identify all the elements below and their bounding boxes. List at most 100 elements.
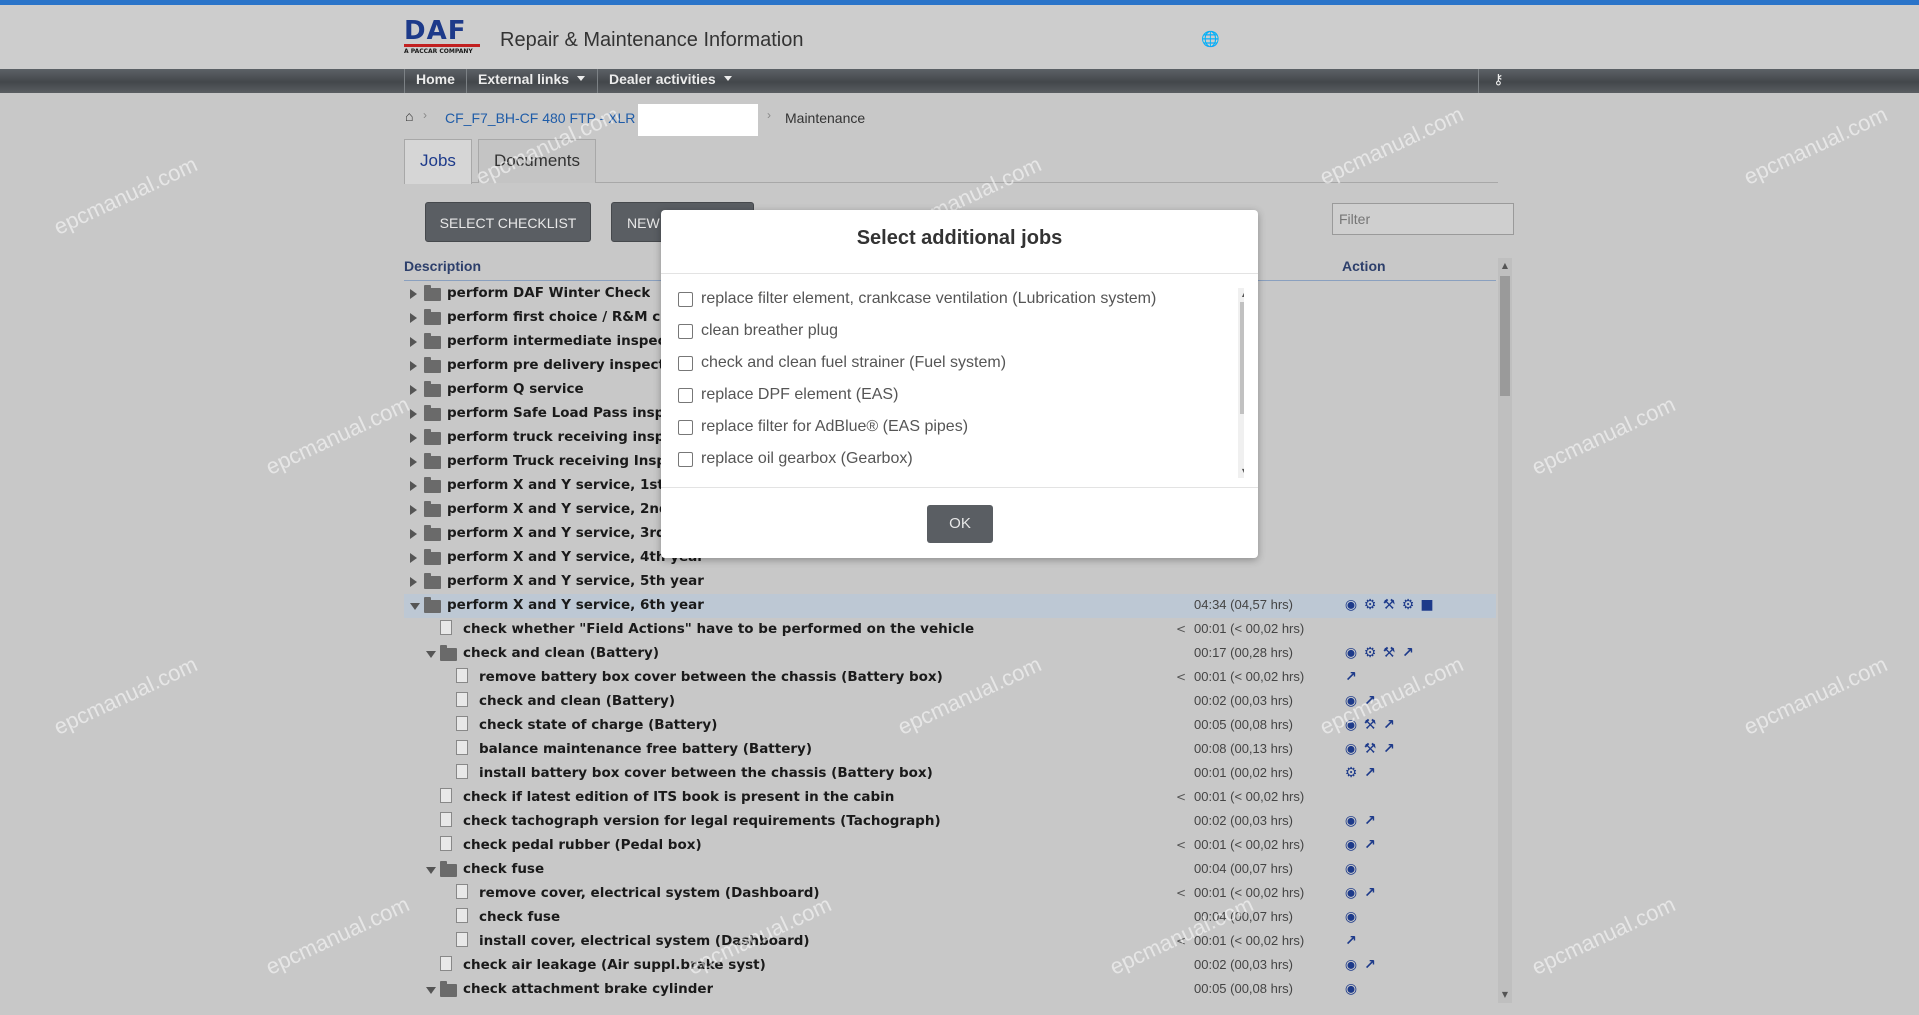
gear-icon[interactable]: ⚙ bbox=[1361, 644, 1379, 662]
table-row[interactable]: remove cover, electrical system (Dashboa… bbox=[404, 882, 1496, 906]
eye-icon[interactable]: ◉ bbox=[1342, 980, 1360, 998]
collapse-arrow-icon[interactable] bbox=[426, 987, 436, 994]
video-icon[interactable]: ■ bbox=[1418, 596, 1436, 614]
expand-arrow-icon[interactable] bbox=[410, 361, 417, 371]
job-checkbox[interactable] bbox=[678, 292, 693, 307]
scroll-up-arrow[interactable]: ▲ bbox=[1240, 288, 1244, 300]
scroll-down-arrow[interactable]: ▼ bbox=[1500, 989, 1510, 1001]
table-row[interactable]: check air leakage (Air suppl.brake syst)… bbox=[404, 954, 1496, 978]
expand-arrow-icon[interactable] bbox=[410, 313, 417, 323]
collapse-arrow-icon[interactable] bbox=[410, 603, 420, 610]
gear-icon[interactable]: ⚙ bbox=[1342, 764, 1360, 782]
job-checkbox[interactable] bbox=[678, 356, 693, 371]
collapse-arrow-icon[interactable] bbox=[426, 867, 436, 874]
table-row[interactable]: check pedal rubber (Pedal box) <00:01 (< … bbox=[404, 834, 1496, 858]
gear-icon[interactable]: ⚙ bbox=[1361, 596, 1379, 614]
job-checkbox[interactable] bbox=[678, 388, 693, 403]
expand-arrow-icon[interactable] bbox=[410, 289, 417, 299]
export-icon[interactable]: ↗ bbox=[1361, 812, 1379, 830]
main-scrollbar[interactable]: ▲ ▼ bbox=[1498, 258, 1512, 1003]
expand-arrow-icon[interactable] bbox=[410, 577, 417, 587]
collapse-arrow-icon[interactable] bbox=[426, 651, 436, 658]
export-icon[interactable]: ↗ bbox=[1380, 716, 1398, 734]
expand-arrow-icon[interactable] bbox=[410, 409, 417, 419]
table-row[interactable]: check attachment brake cylinder 00:05 (00… bbox=[404, 978, 1496, 1002]
eye-icon[interactable]: ◉ bbox=[1342, 812, 1360, 830]
export-icon[interactable]: ↗ bbox=[1361, 956, 1379, 974]
wrench-icon[interactable]: ⚒ bbox=[1380, 596, 1398, 614]
expand-arrow-icon[interactable] bbox=[410, 505, 417, 515]
filter-input[interactable] bbox=[1332, 203, 1514, 235]
column-header-description[interactable]: Description bbox=[404, 258, 481, 274]
daf-logo[interactable]: DAF A PACCAR COMPANY bbox=[404, 18, 484, 59]
table-row[interactable]: check fuse 00:04 (00,07 hrs) ◉ bbox=[404, 906, 1496, 930]
export-icon[interactable]: ↗ bbox=[1361, 836, 1379, 854]
scrollbar-thumb[interactable] bbox=[1240, 302, 1244, 414]
additional-job-item[interactable]: replace oil gearbox (Gearbox) bbox=[676, 448, 1216, 474]
job-checkbox[interactable] bbox=[678, 452, 693, 467]
wrench-icon[interactable]: ⚒ bbox=[1361, 716, 1379, 734]
eye-icon[interactable]: ◉ bbox=[1342, 836, 1360, 854]
expand-arrow-icon[interactable] bbox=[410, 553, 417, 563]
expand-arrow-icon[interactable] bbox=[410, 529, 417, 539]
export-icon[interactable]: ↗ bbox=[1361, 764, 1379, 782]
nav-item-0[interactable]: Home bbox=[404, 69, 466, 93]
eye-icon[interactable]: ◉ bbox=[1342, 716, 1360, 734]
table-row[interactable]: install battery box cover between the ch… bbox=[404, 762, 1496, 786]
table-row[interactable]: check and clean (Battery) 00:17 (00,28 hr… bbox=[404, 642, 1496, 666]
eye-icon[interactable]: ◉ bbox=[1342, 884, 1360, 902]
table-row[interactable]: check and clean (Battery) 00:02 (00,03 hr… bbox=[404, 690, 1496, 714]
table-row[interactable]: check fuse 00:04 (00,07 hrs) ◉ bbox=[404, 858, 1496, 882]
additional-job-item[interactable]: replace filter element, crankcase ventil… bbox=[676, 288, 1216, 314]
export-icon[interactable]: ↗ bbox=[1361, 692, 1379, 710]
expand-arrow-icon[interactable] bbox=[410, 481, 417, 491]
expand-arrow-icon[interactable] bbox=[410, 385, 417, 395]
eye-icon[interactable]: ◉ bbox=[1342, 908, 1360, 926]
home-icon[interactable]: ⌂ bbox=[405, 108, 413, 124]
wrench-icon[interactable]: ⚒ bbox=[1380, 644, 1398, 662]
scrollbar-thumb[interactable] bbox=[1500, 276, 1510, 396]
ok-button[interactable]: OK bbox=[927, 505, 993, 543]
eye-icon[interactable]: ◉ bbox=[1342, 644, 1360, 662]
job-checkbox[interactable] bbox=[678, 324, 693, 339]
export-icon[interactable]: ↗ bbox=[1399, 644, 1417, 662]
gears-icon[interactable]: ⚙ bbox=[1399, 596, 1417, 614]
table-row[interactable]: perform X and Y service, 6th year 04:34 (… bbox=[404, 594, 1496, 618]
globe-icon[interactable]: 🌐 bbox=[1201, 31, 1220, 47]
table-row[interactable]: install cover, electrical system (Dashbo… bbox=[404, 930, 1496, 954]
eye-icon[interactable]: ◉ bbox=[1342, 596, 1360, 614]
additional-job-item[interactable]: replace filter for AdBlue® (EAS pipes) bbox=[676, 416, 1216, 442]
eye-icon[interactable]: ◉ bbox=[1342, 860, 1360, 878]
export-icon[interactable]: ↗ bbox=[1342, 668, 1360, 686]
table-row[interactable]: remove battery box cover between the cha… bbox=[404, 666, 1496, 690]
scroll-down-arrow[interactable]: ▼ bbox=[1240, 466, 1244, 478]
job-checkbox[interactable] bbox=[678, 420, 693, 435]
key-icon[interactable]: ⚷ bbox=[1478, 69, 1518, 93]
eye-icon[interactable]: ◉ bbox=[1342, 740, 1360, 758]
export-icon[interactable]: ↗ bbox=[1361, 884, 1379, 902]
wrench-icon[interactable]: ⚒ bbox=[1361, 740, 1379, 758]
additional-job-item[interactable]: clean breather plug bbox=[676, 320, 1216, 346]
dialog-scrollbar[interactable]: ▲ ▼ bbox=[1238, 288, 1244, 478]
tab-documents[interactable]: Documents bbox=[478, 139, 596, 183]
select-checklist-button[interactable]: SELECT CHECKLIST bbox=[425, 202, 591, 242]
export-icon[interactable]: ↗ bbox=[1380, 740, 1398, 758]
export-icon[interactable]: ↗ bbox=[1342, 932, 1360, 950]
table-row[interactable]: check state of charge (Battery) 00:05 (00… bbox=[404, 714, 1496, 738]
additional-job-item[interactable]: replace DPF element (EAS) bbox=[676, 384, 1216, 410]
expand-arrow-icon[interactable] bbox=[410, 457, 417, 467]
table-row[interactable]: perform X and Y service, 5th year bbox=[404, 570, 1496, 594]
nav-item-1[interactable]: External links bbox=[466, 69, 596, 93]
eye-icon[interactable]: ◉ bbox=[1342, 692, 1360, 710]
nav-item-2[interactable]: Dealer activities bbox=[597, 69, 743, 93]
table-row[interactable]: check if latest edition of ITS book is p… bbox=[404, 786, 1496, 810]
table-row[interactable]: check whether "Field Actions" have to be… bbox=[404, 618, 1496, 642]
expand-arrow-icon[interactable] bbox=[410, 433, 417, 443]
table-row[interactable]: check tachograph version for legal requi… bbox=[404, 810, 1496, 834]
eye-icon[interactable]: ◉ bbox=[1342, 956, 1360, 974]
scroll-up-arrow[interactable]: ▲ bbox=[1500, 260, 1510, 272]
table-row[interactable]: balance maintenance free battery (Batter… bbox=[404, 738, 1496, 762]
breadcrumb-vehicle-link[interactable]: CF_F7_BH-CF 480 FTP - XLR bbox=[445, 110, 635, 126]
additional-job-item[interactable]: check and clean fuel strainer (Fuel syst… bbox=[676, 352, 1216, 378]
expand-arrow-icon[interactable] bbox=[410, 337, 417, 347]
